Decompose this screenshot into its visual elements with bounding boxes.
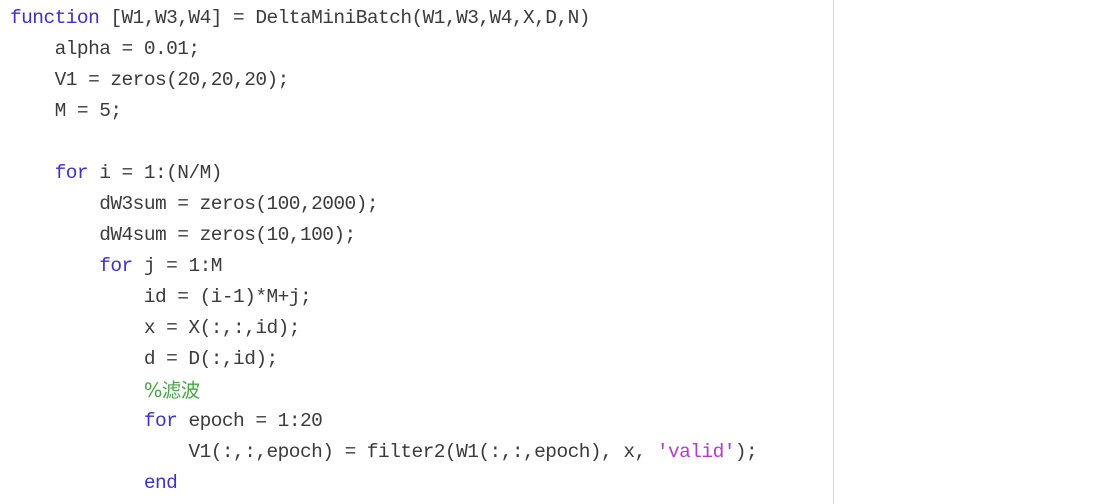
code-token-plain: dW3sum = zeros(100,2000); [99,193,379,215]
code-token-plain: epoch = 1:20 [177,410,323,432]
code-token-kw: for [54,162,89,184]
code-token-plain: j = 1:M [132,255,223,277]
code-token-string: 'valid' [656,441,736,463]
code-token-kw: function [10,7,100,29]
code-line[interactable]: id = (i-1)*M+j; [10,282,825,313]
code-line-blank[interactable] [10,127,825,158]
code-line[interactable]: M = 5; [10,96,825,127]
code-token-plain: ); [734,441,758,463]
code-token-plain: alpha = 0.01; [54,38,201,60]
code-line-list: function [W1,W3,W4] = DeltaMiniBatch(W1,… [10,3,825,499]
code-line[interactable]: dW4sum = zeros(10,100); [10,220,825,251]
code-token-plain: V1 = zeros(20,20,20); [54,69,290,91]
code-editor-view[interactable]: function [W1,W3,W4] = DeltaMiniBatch(W1,… [0,0,1107,504]
code-line[interactable]: end [10,468,825,499]
code-token-plain: d = D(:,id); [143,348,278,370]
code-line[interactable]: x = X(:,:,id); [10,313,825,344]
code-token-kw: for [143,410,178,432]
margin-guide-line [833,0,834,504]
code-token-kw: for [99,255,133,277]
code-token-plain: [W1,W3,W4] = DeltaMiniBatch(W1,W3,W4,X,D… [99,7,590,29]
code-token-kw: end [143,472,178,494]
code-token-plain: V1(:,:,epoch) = filter2(W1(:,:,epoch), x… [188,441,657,463]
code-token-plain: i = 1:(N/M) [88,162,222,184]
code-line[interactable]: function [W1,W3,W4] = DeltaMiniBatch(W1,… [10,3,825,34]
code-token-plain: dW4sum = zeros(10,100); [99,224,356,246]
code-token-comment: %滤波 [143,379,200,402]
code-line[interactable]: %滤波 [10,375,825,406]
code-line[interactable]: for epoch = 1:20 [10,406,825,437]
code-token-plain: id = (i-1)*M+j; [143,286,312,308]
code-line[interactable]: dW3sum = zeros(100,2000); [10,189,825,220]
code-token-plain: x = X(:,:,id); [143,317,301,339]
code-line[interactable]: d = D(:,id); [10,344,825,375]
code-token-plain: M = 5; [54,100,122,122]
code-line[interactable]: for j = 1:M [10,251,825,282]
code-line[interactable]: alpha = 0.01; [10,34,825,65]
code-line[interactable]: for i = 1:(N/M) [10,158,825,189]
code-line[interactable]: V1 = zeros(20,20,20); [10,65,825,96]
code-line[interactable]: V1(:,:,epoch) = filter2(W1(:,:,epoch), x… [10,437,825,468]
